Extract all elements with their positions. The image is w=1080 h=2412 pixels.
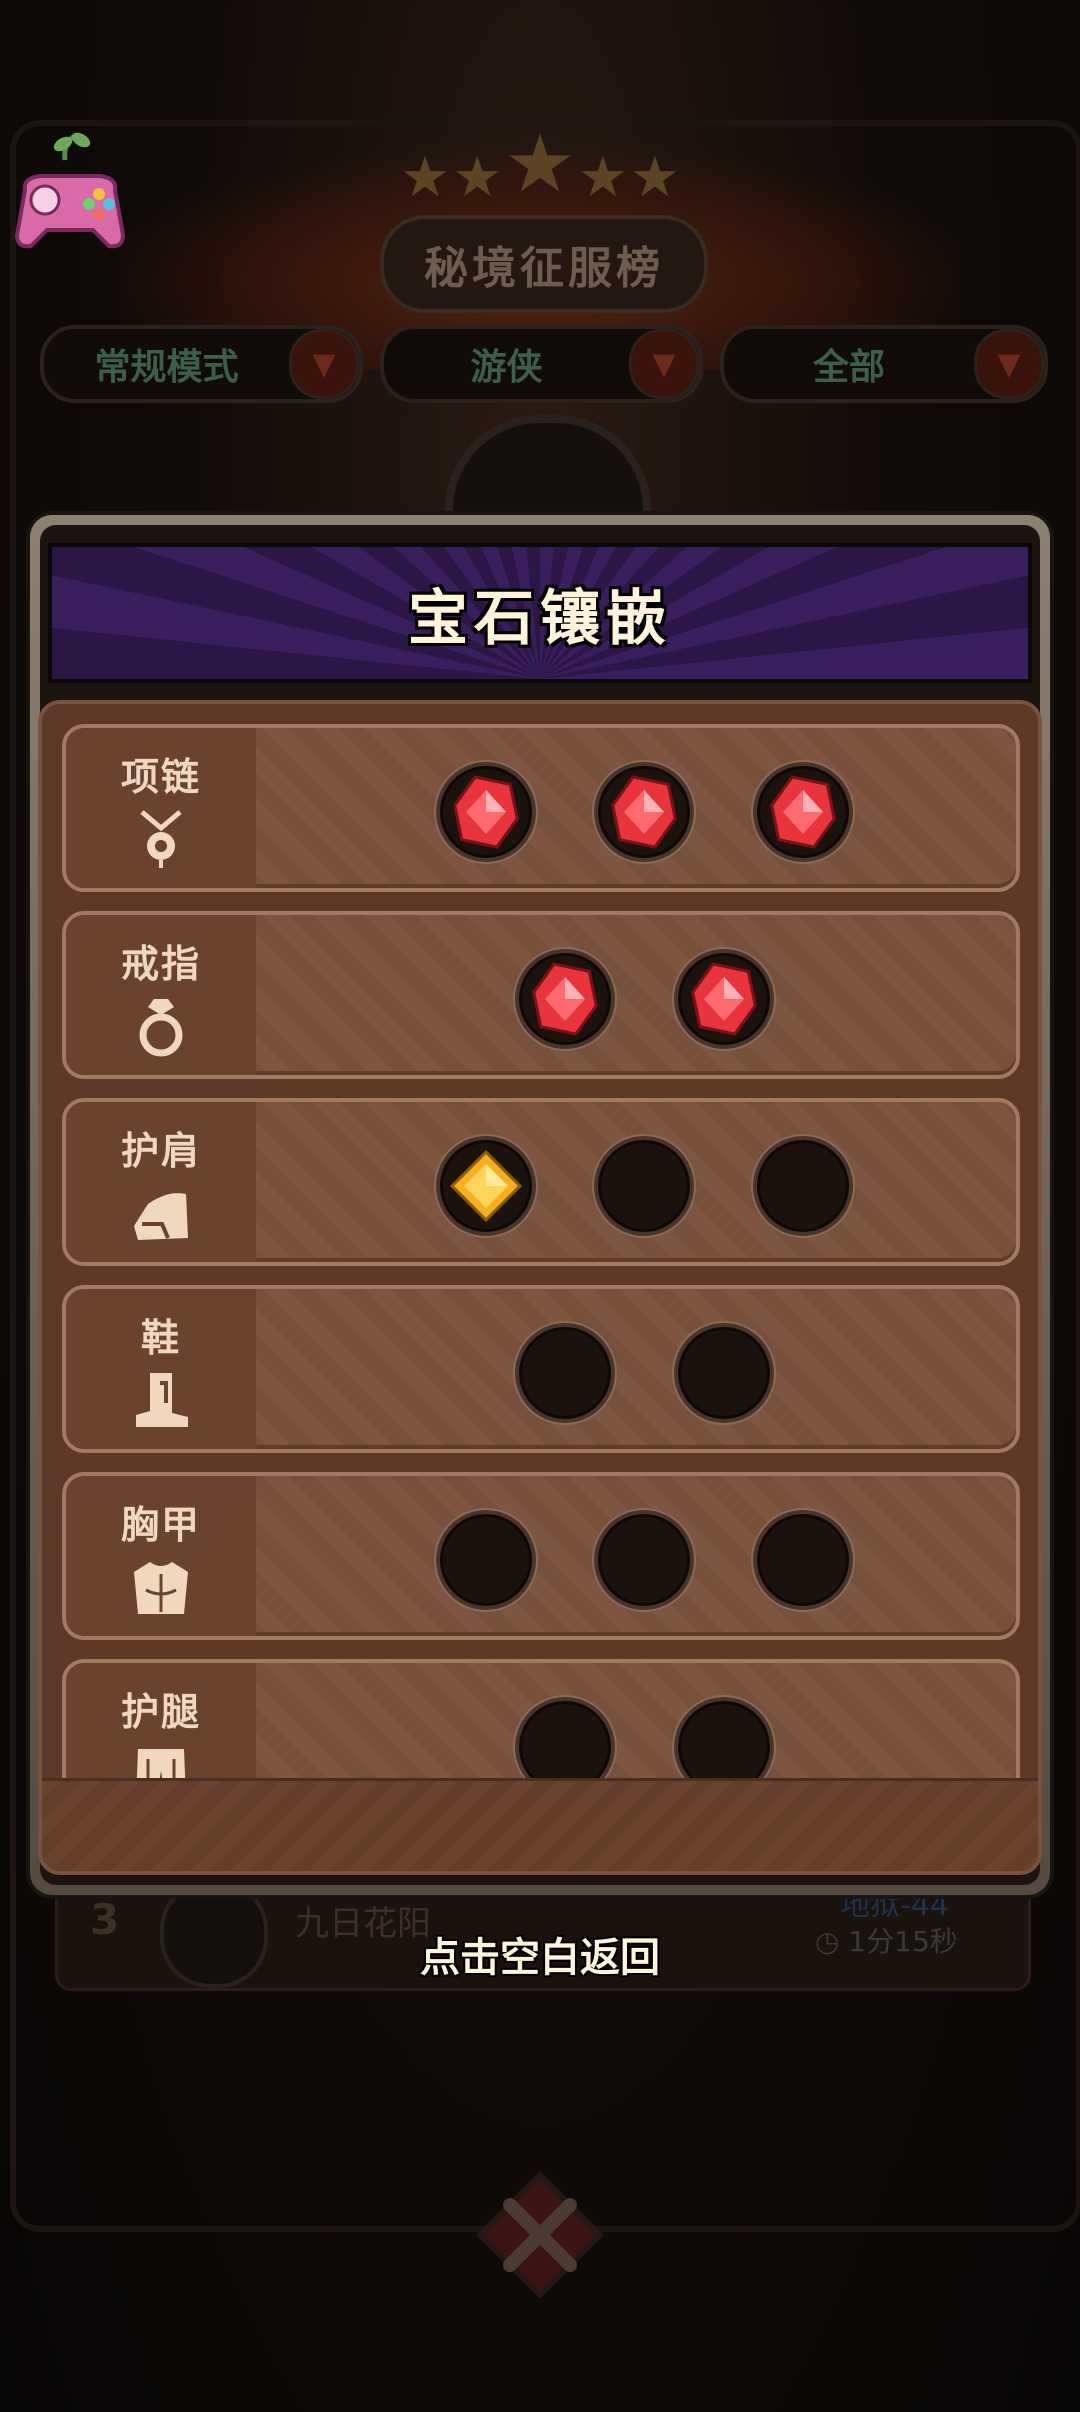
shoulder-armor-icon [128,1180,194,1246]
empty-gem-socket[interactable] [753,1136,853,1236]
boots-icon [128,1367,194,1433]
slot-label-cell: 戒指 [66,915,256,1075]
star-icons: ★ ★ ★ ★ ★ [400,117,680,210]
slot-name: 护腿 [120,1690,201,1734]
filter-class-dropdown: 游侠 ▼ [380,325,703,403]
red-gem-icon [691,962,757,1036]
gem-inlay-dialog: 宝石镶嵌 项链戒指护肩鞋胸甲护腿 [30,515,1050,1895]
filter-mode-dropdown: 常规模式 ▼ [40,325,363,403]
tap-blank-to-return-hint[interactable]: 点击空白返回 [0,1925,1080,1983]
slot-name: 鞋 [140,1316,181,1360]
gem-socket[interactable] [753,762,853,862]
close-icon [475,2170,605,2300]
gem-socket[interactable] [436,762,536,862]
empty-gem-socket[interactable] [674,1697,774,1784]
yellow-gem-icon [449,1149,523,1223]
empty-gem-socket[interactable] [515,1697,615,1784]
slot-label-cell: 护腿 [66,1663,256,1784]
chevron-down-icon: ▼ [629,329,699,399]
empty-gem-socket[interactable] [594,1136,694,1236]
panel-footer [42,1778,1038,1871]
screen[interactable]: ★ ★ ★ ★ ★ 秘境征服榜 常规模式 ▼ 游侠 ▼ 全部 ▼ 3 九日花阳 地狱-4… [0,0,1080,2412]
equipment-slot-row: 鞋 [62,1285,1020,1453]
equipment-slot-row: 项链 [62,724,1020,892]
slot-name: 胸甲 [120,1503,201,1547]
dialog-header: 宝石镶嵌 [48,543,1032,683]
empty-gem-socket[interactable] [594,1510,694,1610]
equipment-slot-row: 戒指 [62,911,1020,1079]
equipment-slot-row: 护肩 [62,1098,1020,1266]
slot-panel: 项链戒指护肩鞋胸甲护腿 [38,700,1042,1875]
slot-list[interactable]: 项链戒指护肩鞋胸甲护腿 [42,704,1038,1784]
gem-socket[interactable] [515,949,615,1049]
slot-label-cell: 鞋 [66,1289,256,1449]
necklace-icon [128,806,194,872]
slot-name: 项链 [120,755,201,799]
slot-label-cell: 护肩 [66,1102,256,1262]
empty-gem-socket[interactable] [753,1510,853,1610]
empty-gem-socket[interactable] [436,1510,536,1610]
red-gem-icon [770,775,836,849]
filter-scope-dropdown: 全部 ▼ [720,325,1048,403]
leaderboard-title: 秘境征服榜 [424,243,664,294]
chest-armor-icon [128,1554,194,1620]
red-gem-icon [453,775,519,849]
gem-socket[interactable] [594,762,694,862]
chevron-down-icon: ▼ [974,329,1044,399]
filter-mode-label: 常规模式 [94,347,239,388]
gamepad-icon[interactable] [5,130,135,270]
ring-icon [128,993,194,1059]
gem-socket[interactable] [436,1136,536,1236]
gem-socket[interactable] [674,949,774,1049]
dialog-title: 宝石镶嵌 [408,583,672,654]
slot-label-cell: 项链 [66,728,256,888]
equipment-slot-row: 护腿 [62,1659,1020,1784]
slot-name: 戒指 [120,942,201,986]
red-gem-icon [532,962,598,1036]
red-gem-icon [611,775,677,849]
slot-name: 护肩 [120,1129,201,1173]
equipment-slot-row: 胸甲 [62,1472,1020,1640]
empty-gem-socket[interactable] [515,1323,615,1423]
leaderboard-title-plate: 秘境征服榜 [380,215,708,313]
chevron-down-icon: ▼ [289,329,359,399]
empty-gem-socket[interactable] [674,1323,774,1423]
filter-class-label: 游侠 [470,347,543,388]
filter-scope-label: 全部 [812,347,885,388]
slot-label-cell: 胸甲 [66,1476,256,1636]
